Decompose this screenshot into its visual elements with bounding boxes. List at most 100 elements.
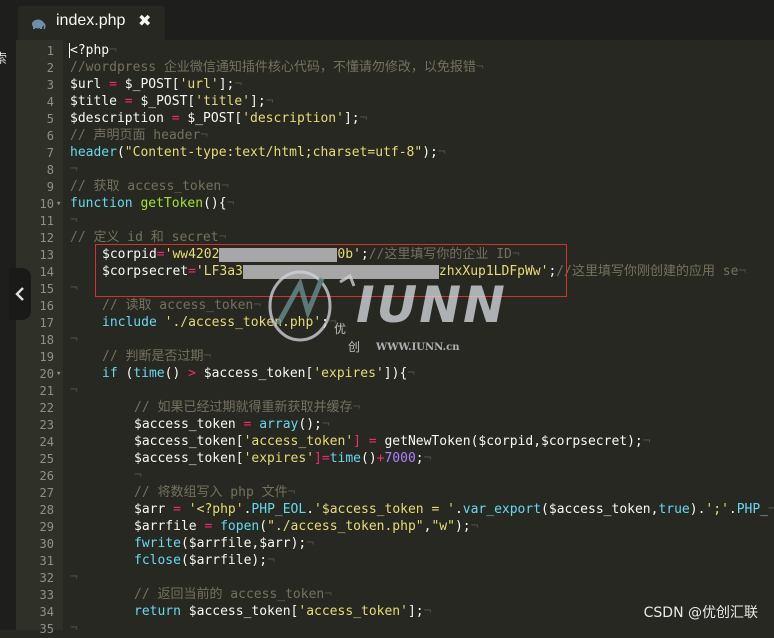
code-token: ( (259, 519, 268, 534)
code-line-20: if (time() > $access_token['expires']){¬ (102, 365, 415, 382)
eol-marker: ¬ (203, 349, 212, 364)
code-token: fclose (134, 553, 181, 568)
code-token: 'description' (242, 111, 344, 126)
code-line-23: $access_token = array();¬ (134, 416, 330, 433)
line-number: 31 (39, 554, 54, 568)
line-number: 7 (46, 146, 54, 160)
eol-marker: ¬ (470, 519, 479, 534)
code-token: (); (298, 417, 322, 432)
code-line-24: $access_token['access_token'] = getNewTo… (134, 433, 651, 450)
code-token: ); (627, 434, 643, 449)
code-token: getNewToken (384, 434, 471, 449)
eol-marker: ¬ (287, 485, 296, 500)
code-line-10: function getToken(){¬ (70, 195, 234, 212)
line-number: 19 (39, 350, 54, 364)
code-token: $arrfile (134, 519, 197, 534)
code-line-33: // 返回当前的 access_token¬ (134, 586, 332, 603)
code-token: <?php (70, 43, 110, 58)
line-number: 21 (39, 384, 54, 398)
code-line-empty: ¬ (70, 281, 78, 296)
line-number-gutter: 1 2 3 4 5 6 7 8 9 10 ▾ 11 12 13 14 15 16 17 18 19 20 ▾ 21 22 23 2… (16, 40, 63, 636)
line-number: 6 (46, 129, 54, 143)
code-line-2: //wordpress 企业微信通知插件核心代码，不懂请勿修改，以免报错¬ (70, 59, 484, 76)
line-number: 5 (46, 112, 54, 126)
code-token: return (134, 604, 181, 619)
line-number: 25 (39, 452, 54, 466)
eol-marker: ¬ (321, 417, 330, 432)
eol-marker: ¬ (359, 111, 368, 126)
code-token: ]; (343, 111, 360, 126)
code-line-empty: ¬ (70, 570, 78, 585)
chevron-left-icon (15, 287, 24, 301)
line-number: 28 (39, 503, 54, 517)
code-token: // 将数组写入 php 文件 (134, 485, 288, 500)
code-token: $description (70, 111, 164, 126)
watermark-char-2: 创 (348, 340, 361, 354)
code-token: 'expires' (243, 451, 315, 466)
code-line-4: $title = $_POST['title'];¬ (70, 93, 274, 110)
code-line-31: fclose($arrfile);¬ (134, 552, 275, 569)
line-number: 33 (39, 588, 54, 602)
iunn-watermark: IUNN 优 创 WWW.IUNN.cn (264, 262, 516, 358)
code-token: [ (235, 434, 244, 449)
code-token: = (235, 417, 260, 432)
eol-marker: ¬ (109, 43, 117, 58)
code-token: ]; (407, 604, 424, 619)
code-token: $corpsecret (541, 434, 628, 449)
code-line-1: <?php¬ (70, 42, 117, 59)
line-number: 22 (39, 401, 54, 415)
code-token: //wordpress 企业微信通知插件核心代码，不懂请勿修改，以免报错 (70, 60, 476, 75)
code-token: fwrite (134, 536, 181, 551)
code-token: ]= (314, 451, 330, 466)
code-token: $access_token (134, 417, 236, 432)
code-line-3: $url = $_POST['url'];¬ (70, 76, 242, 93)
code-token: 'url' (179, 77, 219, 92)
code-token: . (728, 502, 737, 517)
code-line-empty: ¬ (70, 383, 78, 398)
eol-marker: ¬ (642, 434, 651, 449)
code-token: array (259, 417, 299, 432)
line-number: 27 (39, 486, 54, 500)
eol-marker: ¬ (423, 604, 432, 619)
eol-marker: ¬ (221, 179, 230, 194)
fold-toggle-icon[interactable]: ▾ (56, 366, 61, 383)
line-number: 24 (39, 435, 54, 449)
line-number: 32 (39, 571, 54, 585)
code-token: $title (70, 94, 117, 109)
code-token: // 返回当前的 access_token (134, 587, 325, 602)
code-line-34: return $access_token['access_token'];¬ (134, 603, 431, 620)
code-token: var_export (462, 502, 542, 517)
code-token: = (101, 77, 125, 92)
collapse-sidebar-button[interactable] (9, 268, 31, 320)
code-token: include (102, 315, 157, 330)
sidebar-label: 索 (0, 52, 8, 67)
code-token: ); (251, 553, 268, 568)
eol-marker: ¬ (324, 587, 333, 602)
elephant-icon (30, 15, 46, 34)
fold-toggle-icon[interactable]: ▾ (56, 196, 61, 213)
code-token: $url (70, 77, 102, 92)
line-number: 3 (46, 78, 54, 92)
code-token: time (329, 451, 361, 466)
line-number: 11 (39, 214, 54, 228)
code-token: ( (117, 366, 134, 381)
code-line-28: $arr = '<?php'.PHP_EOL.'$access_token = … (134, 501, 774, 518)
code-token: (){ (203, 196, 227, 211)
watermark-text-big: IUNN (356, 276, 507, 334)
code-token: ); (422, 145, 438, 160)
line-number: 2 (46, 61, 54, 75)
line-number: 9 (46, 180, 54, 194)
code-token: function (70, 196, 133, 211)
code-line-empty: ¬ (134, 468, 142, 483)
code-token: if (102, 366, 118, 381)
code-line-22: // 如果已经过期就得重新获取并缓存¬ (134, 399, 360, 416)
code-line-16: // 读取 access_token¬ (102, 297, 261, 314)
code-token: = (163, 111, 188, 126)
eol-marker: ¬ (234, 77, 243, 92)
code-token: // 定义 id 和 secret (70, 230, 219, 245)
code-token: ); (290, 536, 307, 551)
code-token: fopen (220, 519, 260, 534)
text-cursor (69, 43, 70, 58)
code-token: $arrfile (188, 536, 252, 551)
code-token: ]; (218, 77, 235, 92)
